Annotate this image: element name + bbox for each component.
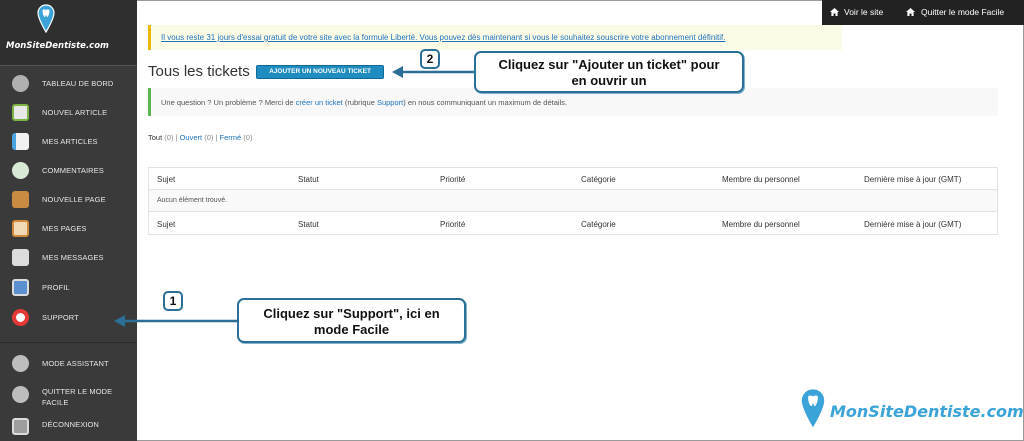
callout-line: en ouvrir un (571, 73, 647, 88)
step-2-badge: 2 (420, 49, 440, 69)
callout-line: Cliquez sur "Ajouter un ticket" pour (498, 57, 720, 72)
callout-line: mode Facile (313, 322, 390, 337)
callout-line: Cliquez sur "Support", ici en (263, 306, 440, 321)
step-1-badge: 1 (163, 291, 183, 311)
location-pin-icon (801, 389, 825, 428)
step-1-callout: Cliquez sur "Support", ici en mode Facil… (237, 298, 466, 343)
arrow-to-support (114, 315, 238, 327)
brand-watermark: MonSiteDentiste.com (830, 402, 1024, 421)
step-2-callout: Cliquez sur "Ajouter un ticket" pour en … (474, 51, 744, 93)
